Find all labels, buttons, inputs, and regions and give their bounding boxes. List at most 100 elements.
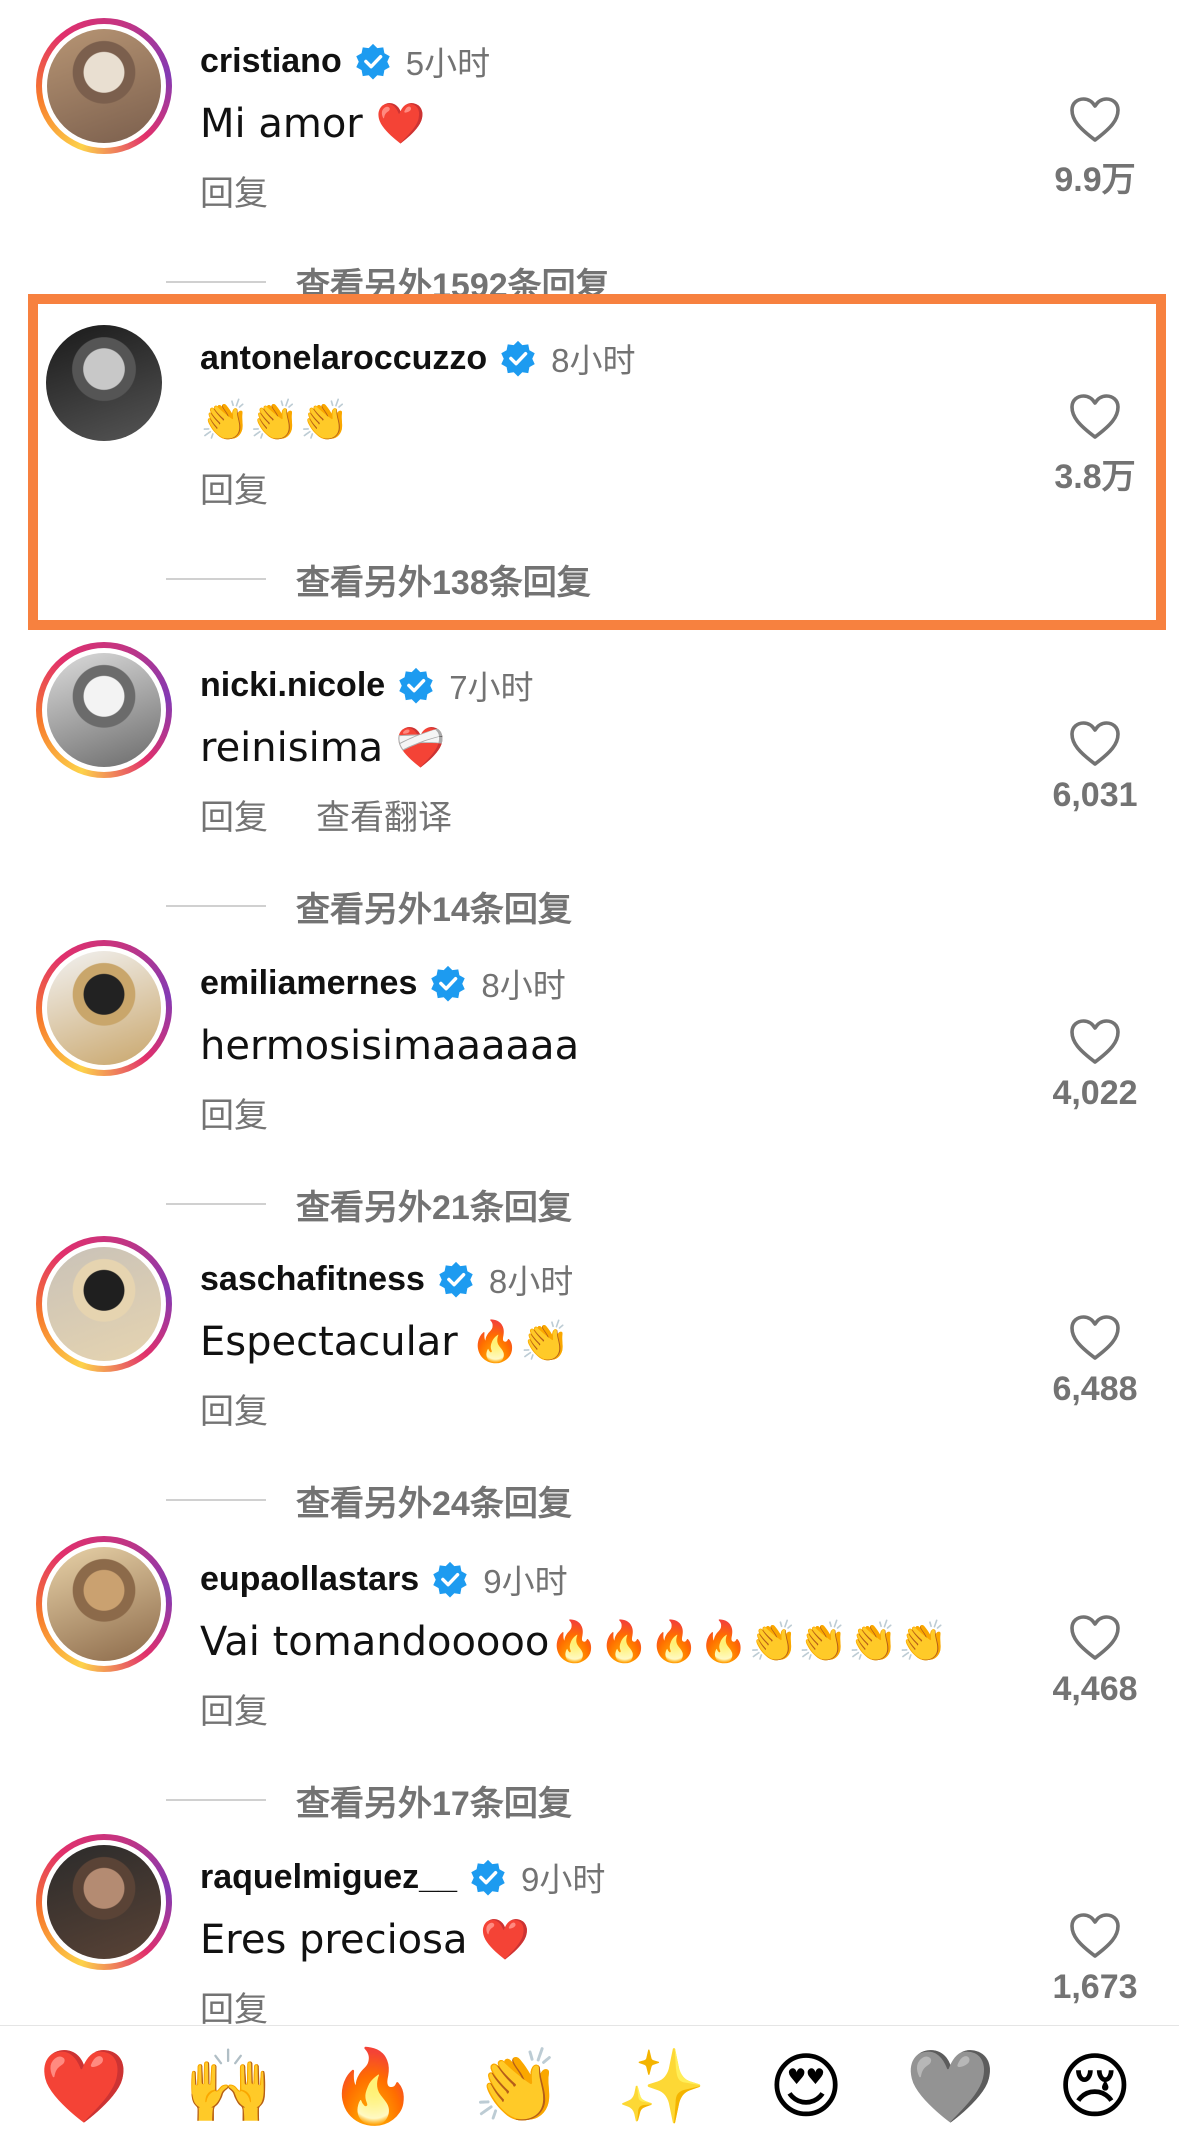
quick-emoji-button[interactable]: 🩶 — [900, 2046, 1000, 2126]
reply-button[interactable]: 回复 — [200, 799, 268, 837]
quick-emoji-button[interactable]: 😢 — [1045, 2046, 1145, 2126]
like-button[interactable]: 4,468 — [1040, 1614, 1150, 1709]
heart-outline-icon — [1070, 97, 1120, 142]
reply-button[interactable]: 回复 — [200, 1393, 268, 1431]
divider-line — [166, 578, 266, 580]
view-replies-label: 查看另外17条回复 — [296, 1784, 572, 1823]
comment-item: nicki.nicole 7小时 reinisima ❤️‍🩹 回复 查看翻译 6… — [0, 632, 1179, 930]
avatar-story-ring[interactable] — [36, 1236, 172, 1372]
comment-item: antonelaroccuzzo 8小时 👏👏👏 回复 3.8万 查看另外138… — [0, 305, 1179, 603]
view-replies-label: 查看另外14条回复 — [296, 890, 572, 929]
view-replies-label: 查看另外138条回复 — [296, 563, 591, 602]
quick-emoji-button[interactable]: 🔥 — [323, 2046, 423, 2126]
like-button[interactable]: 6,031 — [1040, 720, 1150, 815]
comment-actions: 回复 — [200, 1982, 268, 2031]
comment-item: emiliamernes 8小时 hermosisimaaaaaa 回复 4,0… — [0, 930, 1179, 1228]
view-replies-link[interactable]: 查看另外1592条回复 — [166, 260, 610, 305]
comment-text: hermosisimaaaaaa — [200, 1023, 580, 1069]
verified-badge-icon — [433, 1561, 467, 1598]
like-count: 6,031 — [1052, 776, 1138, 814]
view-replies-link[interactable]: 查看另外24条回复 — [166, 1478, 572, 1523]
reply-button[interactable]: 回复 — [200, 175, 268, 213]
comment-actions: 回复 — [200, 1088, 268, 1137]
like-button[interactable]: 6,488 — [1040, 1314, 1150, 1409]
timestamp: 5小时 — [405, 45, 491, 82]
username[interactable]: cristiano — [200, 42, 342, 81]
quick-emoji-button[interactable]: 😍 — [756, 2046, 856, 2126]
like-count: 1,673 — [1052, 1968, 1138, 2006]
like-count: 9.9万 — [1054, 161, 1136, 199]
view-replies-link[interactable]: 查看另外17条回复 — [166, 1778, 572, 1823]
heart-outline-icon — [1070, 1913, 1120, 1958]
like-count: 4,468 — [1052, 1670, 1138, 1708]
divider-line — [166, 281, 266, 283]
avatar-story-ring[interactable] — [36, 642, 172, 778]
username[interactable]: nicki.nicole — [200, 666, 385, 705]
comment-item: saschafitness 8小时 Espectacular 🔥👏 回复 6,4… — [0, 1226, 1179, 1524]
comment-text: Vai tomandooooo🔥🔥🔥🔥👏👏👏👏 — [200, 1619, 948, 1665]
like-count: 6,488 — [1052, 1370, 1138, 1408]
comment-header: eupaollastars 9小时 — [200, 1554, 568, 1604]
avatar-story-ring[interactable] — [36, 18, 172, 154]
comment-header: antonelaroccuzzo 8小时 — [200, 333, 636, 383]
reply-button[interactable]: 回复 — [200, 1097, 268, 1135]
comment-actions: 回复 查看翻译 — [200, 790, 452, 839]
like-button[interactable]: 9.9万 — [1040, 96, 1150, 201]
timestamp: 8小时 — [481, 967, 566, 1004]
verified-badge-icon — [501, 340, 535, 377]
like-button[interactable]: 4,022 — [1040, 1018, 1150, 1113]
like-count: 3.8万 — [1054, 458, 1136, 496]
avatar[interactable] — [47, 951, 161, 1065]
comment-text: Espectacular 🔥👏 — [200, 1319, 571, 1365]
timestamp: 9小时 — [520, 1861, 606, 1898]
divider-line — [166, 1203, 266, 1205]
verified-badge-icon — [471, 1859, 505, 1896]
avatar-story-ring[interactable] — [36, 1834, 172, 1970]
view-replies-link[interactable]: 查看另外14条回复 — [166, 884, 572, 929]
username[interactable]: saschafitness — [200, 1260, 425, 1299]
timestamp: 9小时 — [483, 1563, 568, 1600]
heart-outline-icon — [1070, 1615, 1120, 1660]
avatar[interactable] — [47, 653, 161, 767]
comment-item: eupaollastars 9小时 Vai tomandooooo🔥🔥🔥🔥👏👏👏… — [0, 1526, 1179, 1824]
reply-button[interactable]: 回复 — [200, 1693, 268, 1731]
quick-emoji-button[interactable]: ✨ — [612, 2046, 712, 2126]
comment-text: Mi amor ❤️ — [200, 101, 426, 147]
username[interactable]: emiliamernes — [200, 964, 417, 1003]
verified-badge-icon — [439, 1261, 473, 1298]
heart-outline-icon — [1070, 721, 1120, 766]
avatar[interactable] — [47, 1845, 161, 1959]
username[interactable]: antonelaroccuzzo — [200, 339, 487, 378]
avatar[interactable] — [47, 1547, 161, 1661]
like-button[interactable]: 1,673 — [1040, 1912, 1150, 2007]
divider-line — [166, 1799, 266, 1801]
username[interactable]: eupaollastars — [200, 1560, 419, 1599]
avatar[interactable] — [47, 29, 161, 143]
like-button[interactable]: 3.8万 — [1040, 393, 1150, 498]
divider-line — [166, 905, 266, 907]
avatar[interactable] — [46, 325, 162, 441]
quick-emoji-button[interactable]: ❤️ — [34, 2046, 134, 2126]
quick-emoji-button[interactable]: 👏 — [467, 2046, 567, 2126]
reply-button[interactable]: 回复 — [200, 472, 268, 510]
comment-header: emiliamernes 8小时 — [200, 958, 566, 1008]
verified-badge-icon — [399, 667, 433, 704]
avatar[interactable] — [47, 1247, 161, 1361]
avatar-story-ring[interactable] — [36, 315, 172, 451]
comment-actions: 回复 — [200, 166, 268, 215]
avatar-story-ring[interactable] — [36, 1536, 172, 1672]
heart-outline-icon — [1070, 1019, 1120, 1064]
reply-button[interactable]: 回复 — [200, 1991, 268, 2029]
view-replies-label: 查看另外21条回复 — [296, 1188, 572, 1227]
comment-header: nicki.nicole 7小时 — [200, 660, 534, 710]
timestamp: 7小时 — [449, 669, 534, 706]
quick-emoji-button[interactable]: 🙌 — [179, 2046, 279, 2126]
avatar-story-ring[interactable] — [36, 940, 172, 1076]
comment-text: Eres preciosa ❤️ — [200, 1917, 531, 1963]
view-replies-link[interactable]: 查看另外138条回复 — [166, 557, 591, 602]
comment-text: reinisima ❤️‍🩹 — [200, 725, 446, 771]
translate-button[interactable]: 查看翻译 — [316, 799, 452, 837]
view-replies-link[interactable]: 查看另外21条回复 — [166, 1182, 572, 1227]
heart-outline-icon — [1070, 394, 1120, 439]
username[interactable]: raquelmiguez__ — [200, 1858, 457, 1897]
